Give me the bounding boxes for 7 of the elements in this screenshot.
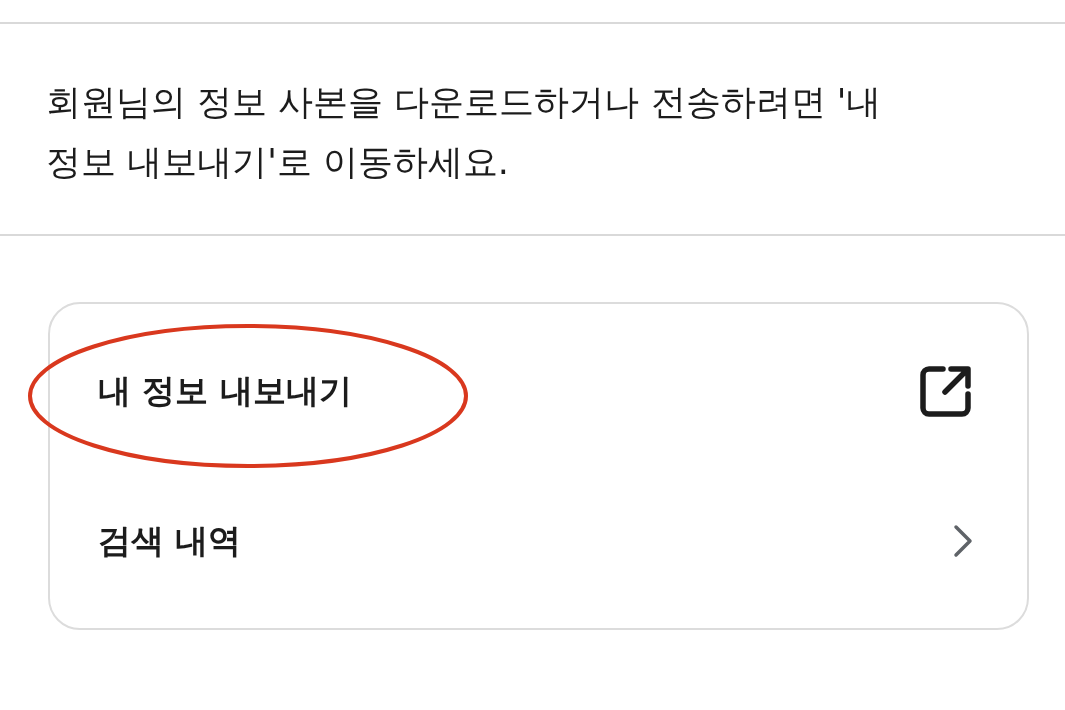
chevron-right-icon <box>953 524 973 558</box>
menu-item-label: 내 정보 내보내기 <box>98 370 352 413</box>
description-text: 회원님의 정보 사본을 다운로드하거나 전송하려면 '내 정보 내보내기'로 이동하세요. <box>45 81 883 184</box>
external-link-icon <box>919 364 973 418</box>
menu-item-label: 검색 내역 <box>98 520 242 563</box>
menu-item[interactable]: 검색 내역 <box>50 466 1027 616</box>
menu-item[interactable]: 내 정보 내보내기 <box>50 316 1027 466</box>
